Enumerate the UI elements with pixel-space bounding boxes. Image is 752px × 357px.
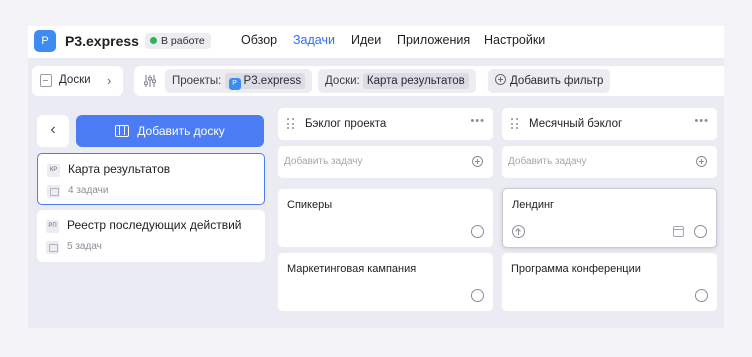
boards-toggle[interactable]: Доски ›	[32, 66, 123, 96]
more-options-icon[interactable]: •••	[694, 115, 709, 127]
project-logo[interactable]: P	[34, 30, 56, 52]
task-card[interactable]: Лендинг	[502, 188, 717, 248]
complete-checkbox-icon[interactable]	[695, 289, 708, 302]
board-abbr-badge: РП	[46, 220, 59, 233]
board-title: Карта результатов	[68, 162, 171, 176]
calendar-icon[interactable]	[673, 226, 684, 237]
app-window: P P3.express В работе Обзор Задачи Идеи …	[28, 26, 724, 328]
add-task-placeholder: Добавить задачу	[284, 156, 363, 167]
column-header: Бэклог проекта •••	[278, 108, 493, 140]
more-options-icon[interactable]: •••	[470, 115, 485, 127]
projects-filter-chip[interactable]: Проекты: P P3.express	[165, 69, 313, 93]
project-mini-logo-icon: P	[228, 78, 241, 90]
board-card-follow-up-register[interactable]: РП Реестр последующих действий 5 задач	[37, 210, 265, 262]
chevron-left-icon: ‹	[50, 121, 56, 138]
projects-filter-label: Проекты:	[172, 75, 222, 87]
top-header: P P3.express В работе Обзор Задачи Идеи …	[28, 26, 724, 58]
nav-overview[interactable]: Обзор	[241, 33, 277, 47]
plus-circle-icon[interactable]	[472, 156, 483, 167]
boards-filter-chip[interactable]: Доски: Карта результатов	[318, 69, 476, 93]
task-count-icon	[46, 241, 59, 254]
column-header: Месячный бэклог •••	[502, 108, 717, 140]
plus-circle-icon[interactable]	[696, 156, 707, 167]
complete-checkbox-icon[interactable]	[694, 225, 707, 238]
board-title: Реестр последующих действий	[67, 218, 242, 232]
add-task-input[interactable]: Добавить задачу	[502, 146, 717, 178]
projects-filter-value-text: P3.express	[243, 75, 302, 87]
status-label: В работе	[161, 35, 205, 47]
chevron-right-icon: ›	[107, 73, 112, 88]
board-card-results-map[interactable]: КР Карта результатов 4 задачи	[37, 153, 265, 205]
task-title: Маркетинговая кампания	[287, 263, 417, 275]
project-name: P3.express	[65, 33, 139, 49]
task-title: Программа конференции	[511, 263, 641, 275]
drag-handle-icon[interactable]	[511, 118, 519, 130]
boards-filter-value: Карта результатов	[362, 73, 469, 89]
boards-filter-label: Доски:	[325, 75, 360, 87]
task-count-icon	[47, 185, 60, 198]
add-task-placeholder: Добавить задачу	[508, 156, 587, 167]
board-abbr-badge: КР	[47, 164, 60, 177]
status-dot-icon	[150, 37, 157, 44]
boards-sidebar: ‹ Добавить доску КР Карта результатов 4 …	[32, 108, 270, 328]
task-card[interactable]: Спикеры	[278, 189, 493, 247]
add-filter-label: Добавить фильтр	[510, 75, 604, 87]
add-board-button[interactable]: Добавить доску	[76, 115, 264, 147]
task-title: Спикеры	[287, 199, 333, 211]
task-title: Лендинг	[512, 199, 555, 211]
drag-handle-icon[interactable]	[287, 118, 295, 130]
filter-bar: Проекты: P P3.express Доски: Карта резуль…	[134, 66, 724, 96]
nav-tasks[interactable]: Задачи	[293, 33, 335, 47]
filter-sliders-icon[interactable]	[143, 74, 157, 88]
status-badge[interactable]: В работе	[145, 33, 211, 49]
move-up-icon[interactable]	[512, 225, 525, 238]
plus-circle-icon	[495, 74, 506, 85]
add-task-input[interactable]: Добавить задачу	[278, 146, 493, 178]
complete-checkbox-icon[interactable]	[471, 225, 484, 238]
task-card[interactable]: Маркетинговая кампания	[278, 253, 493, 311]
add-filter-button[interactable]: Добавить фильтр	[488, 69, 611, 93]
collapse-sidebar-button[interactable]: ‹	[37, 115, 69, 147]
complete-checkbox-icon[interactable]	[471, 289, 484, 302]
board-task-count: 5 задач	[67, 241, 102, 252]
boards-toggle-label: Доски	[59, 74, 91, 86]
task-card[interactable]: Программа конференции	[502, 253, 717, 311]
add-board-label: Добавить доску	[137, 124, 225, 138]
nav-apps[interactable]: Приложения	[397, 33, 470, 47]
nav-settings[interactable]: Настройки	[484, 33, 545, 47]
projects-filter-value: P P3.express	[224, 73, 306, 90]
column-title: Бэклог проекта	[305, 118, 387, 130]
column-title: Месячный бэклог	[529, 118, 623, 130]
board-icon	[40, 74, 52, 87]
board-icon	[115, 125, 130, 137]
board-task-count: 4 задачи	[68, 185, 109, 196]
nav-ideas[interactable]: Идеи	[351, 33, 381, 47]
